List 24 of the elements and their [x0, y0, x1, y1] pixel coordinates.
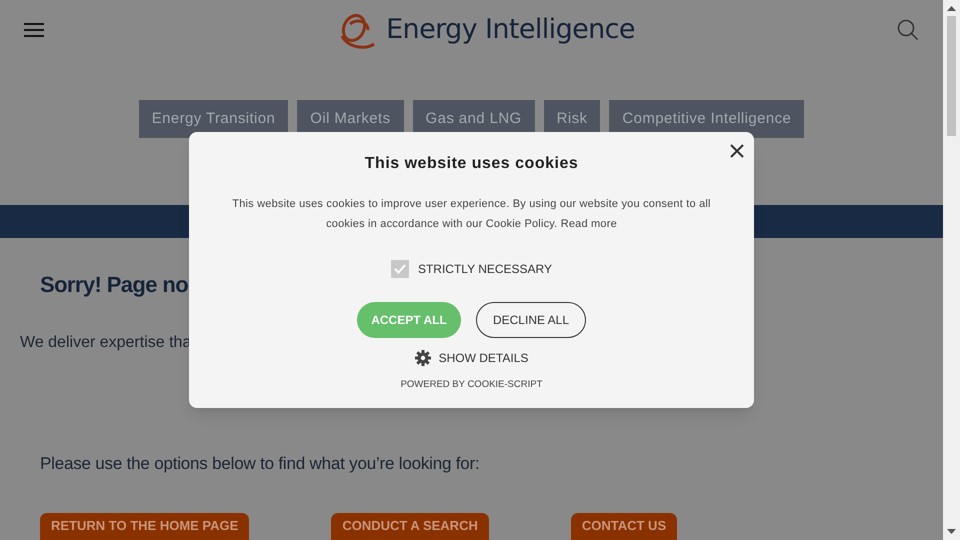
search-icon[interactable]	[897, 19, 919, 41]
decline-all-button[interactable]: DECLINE ALL	[476, 302, 586, 338]
checkbox[interactable]	[390, 260, 409, 278]
scrollbar-thumb[interactable]	[947, 16, 956, 136]
menu-icon[interactable]	[24, 22, 44, 38]
read-more-link[interactable]: Read more	[560, 218, 617, 230]
scroll-down-icon[interactable]	[947, 527, 956, 536]
scroll-up-icon[interactable]	[947, 4, 956, 13]
dialog-message: This website uses cookies to improve user experience. By using our website you consent to all cookies in accordance with our Cookie Policy. Read more	[231, 197, 712, 232]
nav-tab[interactable]: Energy Transition	[138, 100, 288, 138]
action-button[interactable]: CONTACT US	[570, 512, 678, 540]
accept-all-button[interactable]: ACCEPT ALL	[357, 302, 461, 338]
dialog-title: This website uses cookies	[364, 154, 578, 174]
prompt-text: Please use the options below to find what you’re looking for:	[40, 453, 480, 475]
powered-by-text: POWERED BY COOKIE-SCRIPT	[400, 378, 542, 392]
gear-icon	[414, 350, 431, 366]
logo-text: Energy Intelligence	[386, 12, 635, 47]
page-heading: Sorry! Page no	[40, 271, 188, 299]
action-button[interactable]: CONDUCT A SEARCH	[331, 512, 489, 540]
close-icon[interactable]	[730, 144, 744, 158]
show-details-button[interactable]: SHOW DETAILS	[414, 349, 528, 367]
checkbox-label: STRICTLY NECESSARY	[418, 261, 552, 278]
scrollbar[interactable]	[943, 0, 960, 540]
action-button[interactable]: RETURN TO THE HOME PAGE	[40, 512, 250, 540]
